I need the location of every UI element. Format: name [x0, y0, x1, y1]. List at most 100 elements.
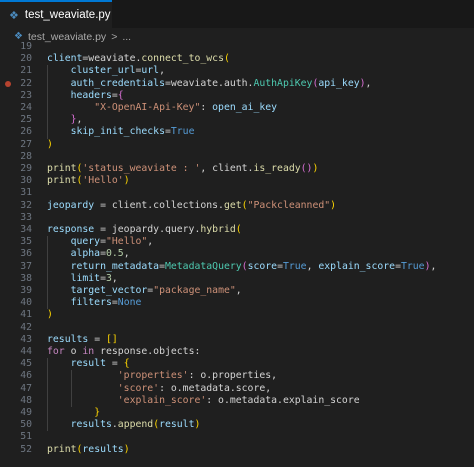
line-number: 37 [20, 260, 32, 272]
code-token: = [88, 333, 106, 345]
code-line[interactable]: 49 } [0, 407, 474, 419]
code-token: ) [47, 309, 53, 321]
code-line[interactable]: 25 }, [0, 114, 474, 126]
code-line[interactable]: 27) [0, 139, 474, 151]
code-line[interactable]: 33 [0, 212, 474, 224]
line-number: 27 [20, 138, 32, 150]
code-token: results [47, 333, 89, 345]
code-editor[interactable]: 19 20 client=weaviate.connect_to_wcs(21 cl… [0, 41, 474, 467]
breakpoint-icon[interactable] [5, 80, 11, 87]
code-token: , [147, 236, 154, 248]
code-token: open_ai_key [212, 102, 278, 113]
code-line[interactable]: 28 [0, 151, 474, 163]
code-token: "Packcleanned" [247, 199, 331, 211]
code-token: = jeopardy.query. [94, 224, 201, 235]
code-line[interactable]: 30 print('Hello') [0, 175, 474, 187]
code-line[interactable]: 42 [0, 322, 474, 334]
code-line[interactable]: 36 alpha=0.5, [0, 248, 474, 260]
line-number: 24 [20, 102, 32, 113]
code-token: results [82, 443, 124, 455]
tab-test-weaviate[interactable]: ❖ test_weaviate.py [0, 0, 112, 28]
code-line[interactable]: 51 [0, 431, 474, 443]
code-token: 'score' [117, 382, 160, 394]
code-token: ) [330, 199, 337, 211]
code-token: ) [312, 163, 319, 174]
code-text: response = jeopardy.query.hybrid( [47, 224, 242, 236]
code-line[interactable]: 24 "X-OpenAI-Api-Key": open_ai_key [0, 102, 474, 114]
code-token: "Hello" [106, 236, 148, 248]
line-number: 50 [20, 419, 32, 431]
code-token: , [123, 248, 130, 260]
code-token: filters [70, 297, 112, 309]
code-line[interactable]: 34 response = jeopardy.query.hybrid( [0, 224, 474, 236]
code-token: result [159, 419, 195, 431]
code-token: , [306, 260, 319, 272]
indent-guide [47, 65, 48, 139]
code-line[interactable]: 20 client=weaviate.connect_to_wcs( [0, 53, 474, 65]
code-line[interactable]: 32 jeopardy = client.collections.get("Pac… [0, 200, 474, 212]
line-number: 39 [20, 285, 32, 296]
code-line[interactable]: 39 target_vector="package_name", [0, 285, 474, 297]
code-token: 'explain_score' [117, 394, 207, 406]
code-line[interactable]: 38 limit=3, [0, 273, 474, 285]
line-number: 29 [20, 163, 32, 174]
line-number: 47 [20, 382, 32, 394]
code-token: connect_to_wcs [141, 53, 224, 65]
line-number: 19 [20, 41, 32, 52]
code-line[interactable]: 29 print('status_weaviate : ', client.is_… [0, 163, 474, 175]
code-line[interactable]: 21 cluster_url=url, [0, 65, 474, 77]
code-token: : [200, 102, 213, 113]
code-token: get [223, 199, 242, 211]
code-token: , [365, 77, 372, 89]
code-line[interactable]: 31 [0, 187, 474, 199]
code-line[interactable]: 45 result = { [0, 358, 474, 370]
code-token: results [70, 419, 112, 431]
code-token: in [82, 346, 95, 357]
code-line[interactable]: 35 query="Hello", [0, 236, 474, 248]
code-text: 'properties': o.properties, [47, 370, 277, 382]
code-token: explain_score [318, 260, 396, 272]
code-token: url [141, 65, 160, 77]
code-line[interactable]: 26 skip_init_checks=True [0, 126, 474, 138]
code-text: }, [47, 114, 83, 126]
line-number: 44 [20, 346, 32, 357]
code-line[interactable]: 22 auth_credentials=weaviate.auth.AuthAp… [0, 78, 474, 90]
code-line[interactable]: 52 print(results) [0, 444, 474, 456]
code-token: print [47, 175, 77, 187]
code-token: hybrid [200, 224, 236, 235]
code-token: , [111, 272, 118, 284]
code-line[interactable]: 23 headers={ [0, 90, 474, 102]
code-token: ) [47, 138, 53, 150]
line-number: 28 [20, 150, 32, 162]
line-number: 46 [20, 370, 32, 382]
code-line[interactable]: 43 results = [] [0, 334, 474, 346]
code-token: headers [70, 89, 112, 101]
code-line[interactable]: 40 filters=None [0, 297, 474, 309]
code-token: , [235, 285, 242, 296]
code-token: { [123, 358, 130, 370]
line-number: 30 [20, 175, 32, 187]
code-text: print(results) [47, 444, 130, 456]
code-text: auth_credentials=weaviate.auth.AuthApiKe… [47, 77, 372, 90]
line-number: 36 [20, 248, 32, 260]
line-number: 51 [20, 431, 32, 443]
code-token: api_key [318, 77, 360, 89]
code-line[interactable]: 50 results.append(result) [0, 419, 474, 431]
code-line[interactable]: 44 for o in response.objects: [0, 346, 474, 358]
code-line[interactable]: 41) [0, 309, 474, 321]
code-line[interactable]: 19 [0, 41, 474, 53]
line-number: 43 [20, 333, 32, 345]
line-number: 32 [20, 199, 32, 211]
code-token: score [247, 260, 278, 272]
code-line[interactable]: 37 return_metadata=MetadataQuery(score=T… [0, 261, 474, 273]
code-token: for [47, 346, 65, 357]
line-number: 42 [20, 321, 32, 333]
